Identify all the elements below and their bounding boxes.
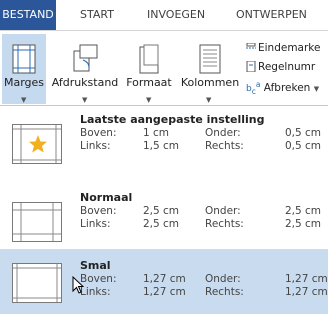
- right-label: Rechts:: [205, 140, 244, 152]
- orientation-label: Afdrukstand: [51, 76, 119, 89]
- top-value: 1,27 cm: [143, 273, 186, 285]
- right-label: Rechts:: [205, 218, 244, 230]
- tab-bestand[interactable]: BESTAND: [0, 0, 56, 30]
- right-label: Rechts:: [205, 286, 244, 298]
- size-label: Formaat: [126, 76, 172, 89]
- chevron-down-icon[interactable]: ▼: [314, 85, 319, 93]
- page-preview-thumbnail: [12, 124, 62, 164]
- bottom-label: Onder:: [205, 273, 241, 285]
- right-value: 0,5 cm: [285, 140, 322, 152]
- page-preview-thumbnail: [12, 263, 62, 303]
- tab-start[interactable]: START: [80, 0, 114, 30]
- top-label: Boven:: [80, 273, 117, 285]
- line-numbers-label: Regelnumr: [258, 61, 316, 73]
- orientation-dropdown-icon[interactable]: ▼: [82, 96, 87, 104]
- margin-option-last-custom[interactable]: Laatste aangepaste instelling Boven: 1 c…: [0, 106, 328, 174]
- option-title: Normaal: [80, 191, 133, 204]
- breaks-label: Eindemarke: [258, 42, 321, 54]
- orientation-icon: [73, 44, 98, 72]
- hyphenation-icon: bca: [246, 80, 261, 96]
- margins-dropdown-icon[interactable]: ▼: [21, 96, 26, 104]
- top-label: Boven:: [80, 127, 117, 139]
- bottom-value: 2,5 cm: [285, 205, 322, 217]
- margin-option-normaal[interactable]: Normaal Boven: 2,5 cm Onder: 2,5 cm Link…: [0, 184, 328, 250]
- bottom-value: 0,5 cm: [285, 127, 322, 139]
- orientation-button[interactable]: Afdrukstand: [50, 44, 120, 89]
- left-value: 2,5 cm: [143, 218, 180, 230]
- size-icon: [139, 44, 159, 74]
- right-value: 2,5 cm: [285, 218, 322, 230]
- left-value: 1,5 cm: [143, 140, 180, 152]
- columns-button[interactable]: Kolommen: [178, 44, 242, 89]
- left-label: Links:: [80, 286, 111, 298]
- columns-dropdown-icon[interactable]: ▼: [206, 96, 211, 104]
- margin-option-smal[interactable]: Smal Boven: 1,27 cm Onder: 1,27 cm Links…: [0, 249, 328, 314]
- top-value: 1 cm: [143, 127, 170, 139]
- page-break-icon: [246, 42, 256, 49]
- size-button[interactable]: Formaat: [126, 44, 172, 89]
- bottom-value: 1,27 cm: [285, 273, 328, 285]
- tab-invoegen[interactable]: INVOEGEN: [147, 0, 205, 30]
- hyphenation-label: Afbreken: [263, 82, 311, 94]
- columns-label: Kolommen: [180, 76, 240, 89]
- tab-ontwerpen[interactable]: ONTWERPEN: [236, 0, 307, 30]
- right-value: 1,27 cm: [285, 286, 328, 298]
- hyphenation-button[interactable]: bca Afbreken ▼: [246, 80, 319, 96]
- page-preview-thumbnail: [12, 202, 62, 242]
- mouse-pointer-icon: [72, 276, 84, 294]
- breaks-button[interactable]: Eindemarke: [246, 42, 320, 54]
- line-numbers-icon: [246, 60, 256, 73]
- size-dropdown-icon[interactable]: ▼: [146, 96, 151, 104]
- left-label: Links:: [80, 218, 111, 230]
- top-label: Boven:: [80, 205, 117, 217]
- left-label: Links:: [80, 140, 111, 152]
- bottom-label: Onder:: [205, 127, 241, 139]
- line-numbers-button[interactable]: Regelnumr: [246, 60, 316, 73]
- option-title: Laatste aangepaste instelling: [80, 113, 265, 126]
- margins-label: Marges: [3, 76, 45, 89]
- ribbon-tab-bar: BESTAND START INVOEGEN ONTWERPEN: [0, 0, 328, 30]
- margins-icon: [12, 44, 36, 74]
- top-value: 2,5 cm: [143, 205, 180, 217]
- margins-button[interactable]: Marges: [0, 44, 48, 89]
- option-title: Smal: [80, 259, 111, 272]
- margins-gallery: Laatste aangepaste instelling Boven: 1 c…: [0, 105, 328, 314]
- bottom-label: Onder:: [205, 205, 241, 217]
- star-icon: [29, 135, 47, 153]
- columns-icon: [199, 44, 221, 74]
- left-value: 1,27 cm: [143, 286, 186, 298]
